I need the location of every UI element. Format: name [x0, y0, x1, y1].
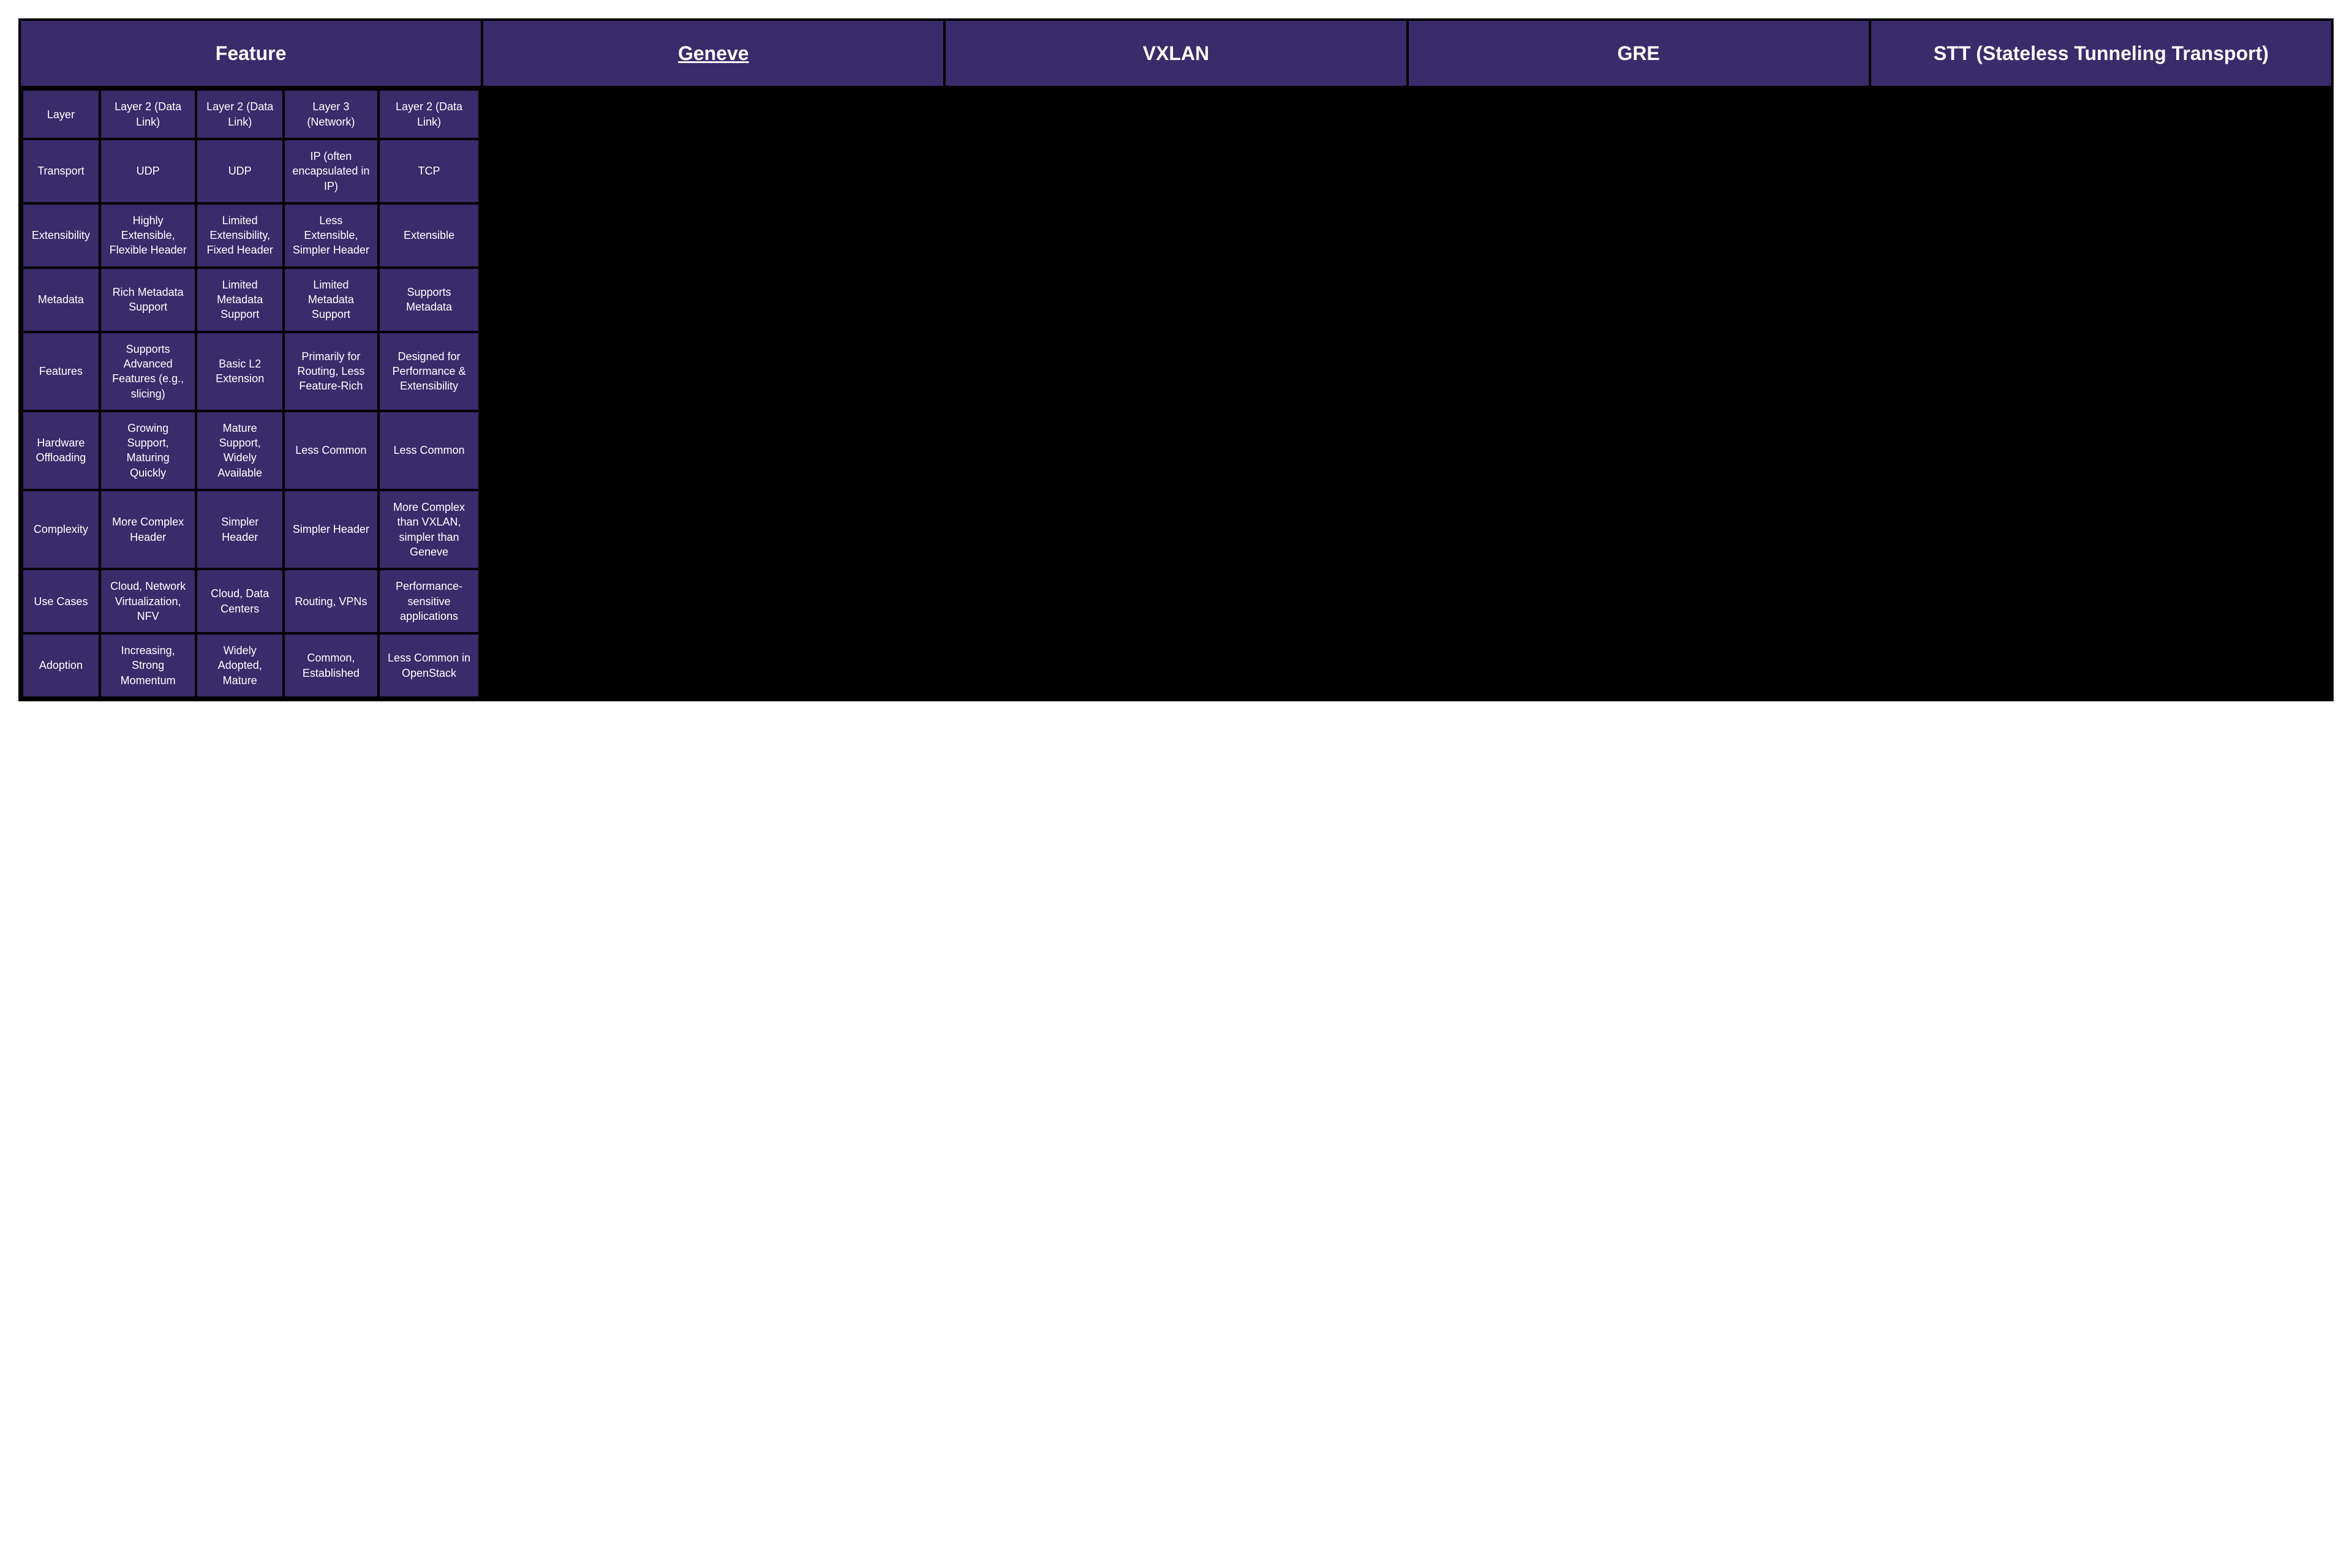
table-cell: Layer 2 (Data Link)	[380, 91, 478, 138]
table-cell: Widely Adopted, Mature	[197, 635, 282, 696]
table-cell: Less Common in OpenStack	[380, 635, 478, 696]
row-label: Extensibility	[23, 205, 99, 266]
table-cell: Common, Established	[285, 635, 377, 696]
row-label: Transport	[23, 140, 99, 202]
table-row: ExtensibilityHighly Extensible, Flexible…	[23, 205, 478, 266]
table-cell: Basic L2 Extension	[197, 333, 282, 410]
table-cell: Limited Extensibility, Fixed Header	[197, 205, 282, 266]
table-cell: Layer 2 (Data Link)	[197, 91, 282, 138]
table-row: ComplexityMore Complex HeaderSimpler Hea…	[23, 491, 478, 568]
row-label: Hardware Offloading	[23, 412, 99, 489]
table-cell: Layer 3 (Network)	[285, 91, 377, 138]
table-cell: UDP	[101, 140, 195, 202]
row-label: Use Cases	[23, 570, 99, 632]
table-cell: Primarily for Routing, Less Feature-Rich	[285, 333, 377, 410]
row-label: Complexity	[23, 491, 99, 568]
table-cell: Designed for Performance & Extensibility	[380, 333, 478, 410]
table-cell: Supports Advanced Features (e.g., slicin…	[101, 333, 195, 410]
table-cell: Supports Metadata	[380, 269, 478, 331]
table-cell: Cloud, Network Virtualization, NFV	[101, 570, 195, 632]
table-header-row: Feature Geneve VXLAN GRE STT (Stateless …	[21, 21, 2331, 86]
table-row: AdoptionIncreasing, Strong MomentumWidel…	[23, 635, 478, 696]
table-cell: Growing Support, Maturing Quickly	[101, 412, 195, 489]
table-cell: Performance-sensitive applications	[380, 570, 478, 632]
row-label: Features	[23, 333, 99, 410]
table-cell: Simpler Header	[197, 491, 282, 568]
table-row: MetadataRich Metadata SupportLimited Met…	[23, 269, 478, 331]
table-cell: Highly Extensible, Flexible Header	[101, 205, 195, 266]
col-header-gre: GRE	[1409, 21, 1869, 86]
table-cell: IP (often encapsulated in IP)	[285, 140, 377, 202]
table-row: LayerLayer 2 (Data Link)Layer 2 (Data Li…	[23, 91, 478, 138]
table-cell: Limited Metadata Support	[197, 269, 282, 331]
table-row: Use CasesCloud, Network Virtualization, …	[23, 570, 478, 632]
table-row: TransportUDPUDPIP (often encapsulated in…	[23, 140, 478, 202]
col-header-feature: Feature	[21, 21, 481, 86]
table-cell: Less Common	[285, 412, 377, 489]
table-cell: Layer 2 (Data Link)	[101, 91, 195, 138]
table-cell: More Complex Header	[101, 491, 195, 568]
table-cell: Less Common	[380, 412, 478, 489]
table-row: Hardware OffloadingGrowing Support, Matu…	[23, 412, 478, 489]
col-header-geneve: Geneve	[483, 21, 943, 86]
table-cell: Extensible	[380, 205, 478, 266]
table-cell: Cloud, Data Centers	[197, 570, 282, 632]
row-label: Layer	[23, 91, 99, 138]
table-cell: UDP	[197, 140, 282, 202]
table-cell: Mature Support, Widely Available	[197, 412, 282, 489]
table-cell: Rich Metadata Support	[101, 269, 195, 331]
row-label: Metadata	[23, 269, 99, 331]
row-label: Adoption	[23, 635, 99, 696]
table-cell: TCP	[380, 140, 478, 202]
table-body: LayerLayer 2 (Data Link)Layer 2 (Data Li…	[21, 88, 481, 699]
comparison-table: Feature Geneve VXLAN GRE STT (Stateless …	[18, 18, 2334, 701]
table-cell: Routing, VPNs	[285, 570, 377, 632]
table-cell: More Complex than VXLAN, simpler than Ge…	[380, 491, 478, 568]
table-cell: Simpler Header	[285, 491, 377, 568]
table-row: FeaturesSupports Advanced Features (e.g.…	[23, 333, 478, 410]
col-header-vxlan: VXLAN	[946, 21, 1406, 86]
table-cell: Limited Metadata Support	[285, 269, 377, 331]
col-header-stt: STT (Stateless Tunneling Transport)	[1871, 21, 2331, 86]
table-cell: Increasing, Strong Momentum	[101, 635, 195, 696]
table-cell: Less Extensible, Simpler Header	[285, 205, 377, 266]
